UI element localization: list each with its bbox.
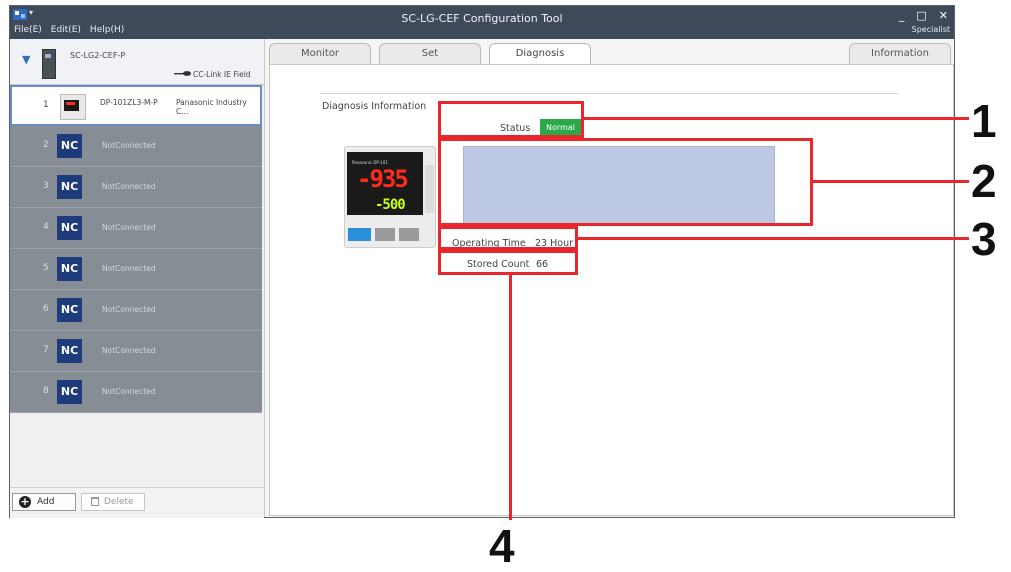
callout-box-stored-count	[438, 250, 578, 275]
detail-panel: Monitor Set Diagnosis Information Diagno…	[265, 39, 954, 517]
menu-bar: File(E) Edit(E) Help(H)	[14, 25, 124, 35]
callout-number-4: 4	[489, 520, 515, 572]
tab-information[interactable]: Information	[849, 43, 951, 64]
port-number: 3	[43, 181, 49, 191]
callout-line-1	[584, 117, 969, 120]
sensor-main-readout: -935	[357, 165, 409, 193]
not-connected-badge: NC	[57, 175, 82, 199]
add-button-label: Add	[37, 497, 55, 507]
delete-button-label: Delete	[104, 497, 134, 507]
master-device-name: SC-LG2-CEF-P	[70, 51, 126, 60]
port-number: 8	[43, 386, 49, 396]
callout-line-4	[509, 275, 512, 520]
not-connected-badge: NC	[57, 216, 82, 240]
menu-help[interactable]: Help(H)	[90, 25, 124, 35]
master-module-image	[42, 49, 56, 79]
user-mode-label: Specialist	[911, 25, 950, 34]
tab-diagnosis[interactable]: Diagnosis	[489, 43, 591, 65]
port-row[interactable]: 5 NC NotConnected	[10, 249, 262, 290]
callout-number-1: 1	[971, 95, 997, 147]
port-number: 7	[43, 345, 49, 355]
window-controls: _ □ ✕	[899, 9, 948, 22]
not-connected-badge: NC	[57, 380, 82, 404]
maximize-icon[interactable]: □	[916, 9, 926, 22]
sensor-button	[375, 228, 395, 241]
divider	[320, 93, 898, 94]
port-row[interactable]: 3 NC NotConnected	[10, 167, 262, 208]
sensor-device-image: Panasonic DP-101 -935 -500	[344, 146, 436, 248]
not-connected-badge: NC	[57, 298, 82, 322]
port-device-name: DP-101ZL3-M-P	[100, 98, 158, 107]
callout-box-message	[438, 138, 813, 226]
port-status-label: NotConnected	[102, 305, 156, 314]
port-number: 4	[43, 222, 49, 232]
port-number: 6	[43, 304, 49, 314]
port-row[interactable]: 2 NC NotConnected	[10, 126, 262, 167]
callout-number-2: 2	[971, 155, 997, 207]
callout-box-status	[438, 101, 584, 138]
port-row[interactable]: 6 NC NotConnected	[10, 290, 262, 331]
callout-number-3: 3	[971, 213, 997, 265]
device-tree-panel: ▼ SC-LG2-CEF-P CC-Link IE Field 1 DP-101…	[10, 39, 265, 518]
callout-line-3	[578, 237, 969, 240]
callout-line-2	[813, 180, 969, 183]
tab-monitor[interactable]: Monitor	[269, 43, 371, 64]
diagnosis-content: Diagnosis Information Status Normal Pana…	[269, 64, 954, 516]
device-thumbnail	[60, 94, 86, 120]
add-button[interactable]: Add	[12, 493, 76, 511]
chevron-down-icon[interactable]: ▼	[22, 53, 30, 66]
network-plug-icon	[174, 71, 191, 76]
not-connected-badge: NC	[57, 339, 82, 363]
diagnosis-title: Diagnosis Information	[322, 101, 427, 112]
port-row[interactable]: 7 NC NotConnected	[10, 331, 262, 372]
port-row-selected[interactable]: 1 DP-101ZL3-M-P Panasonic Industry C...	[10, 85, 262, 126]
delete-button[interactable]: Delete	[81, 493, 145, 511]
port-device-vendor: Panasonic Industry C...	[176, 98, 247, 116]
port-status-label: NotConnected	[102, 182, 156, 191]
master-device-row[interactable]: ▼ SC-LG2-CEF-P CC-Link IE Field	[10, 39, 264, 85]
port-number: 5	[43, 263, 49, 273]
port-status-label: NotConnected	[102, 346, 156, 355]
port-status-label: NotConnected	[102, 387, 156, 396]
tab-set[interactable]: Set	[379, 43, 481, 64]
window-title: SC-LG-CEF Configuration Tool	[401, 12, 563, 25]
trash-icon	[91, 497, 99, 506]
sensor-blue-button	[348, 228, 371, 241]
callout-box-operating-time	[438, 226, 578, 250]
sensor-button	[399, 228, 419, 241]
port-status-label: NotConnected	[102, 141, 156, 150]
sensor-sub-readout: -500	[375, 197, 406, 213]
menu-edit[interactable]: Edit(E)	[51, 25, 81, 35]
tree-button-bar: Add Delete	[10, 487, 264, 518]
minimize-icon[interactable]: _	[899, 9, 905, 22]
menu-file[interactable]: File(E)	[14, 25, 42, 35]
port-status-label: NotConnected	[102, 264, 156, 273]
close-icon[interactable]: ✕	[939, 9, 948, 22]
port-status-label: NotConnected	[102, 223, 156, 232]
sensor-side-tab	[425, 165, 434, 213]
sensor-display: Panasonic DP-101 -935 -500	[347, 152, 423, 215]
port-row[interactable]: 8 NC NotConnected	[10, 372, 262, 413]
not-connected-badge: NC	[57, 257, 82, 281]
port-row[interactable]: 4 NC NotConnected	[10, 208, 262, 249]
port-number: 2	[43, 140, 49, 150]
title-bar: ▾ File(E) Edit(E) Help(H) SC-LG-CEF Conf…	[10, 6, 954, 39]
port-number: 1	[43, 100, 49, 110]
network-type-label: CC-Link IE Field	[193, 70, 251, 79]
not-connected-badge: NC	[57, 134, 82, 158]
